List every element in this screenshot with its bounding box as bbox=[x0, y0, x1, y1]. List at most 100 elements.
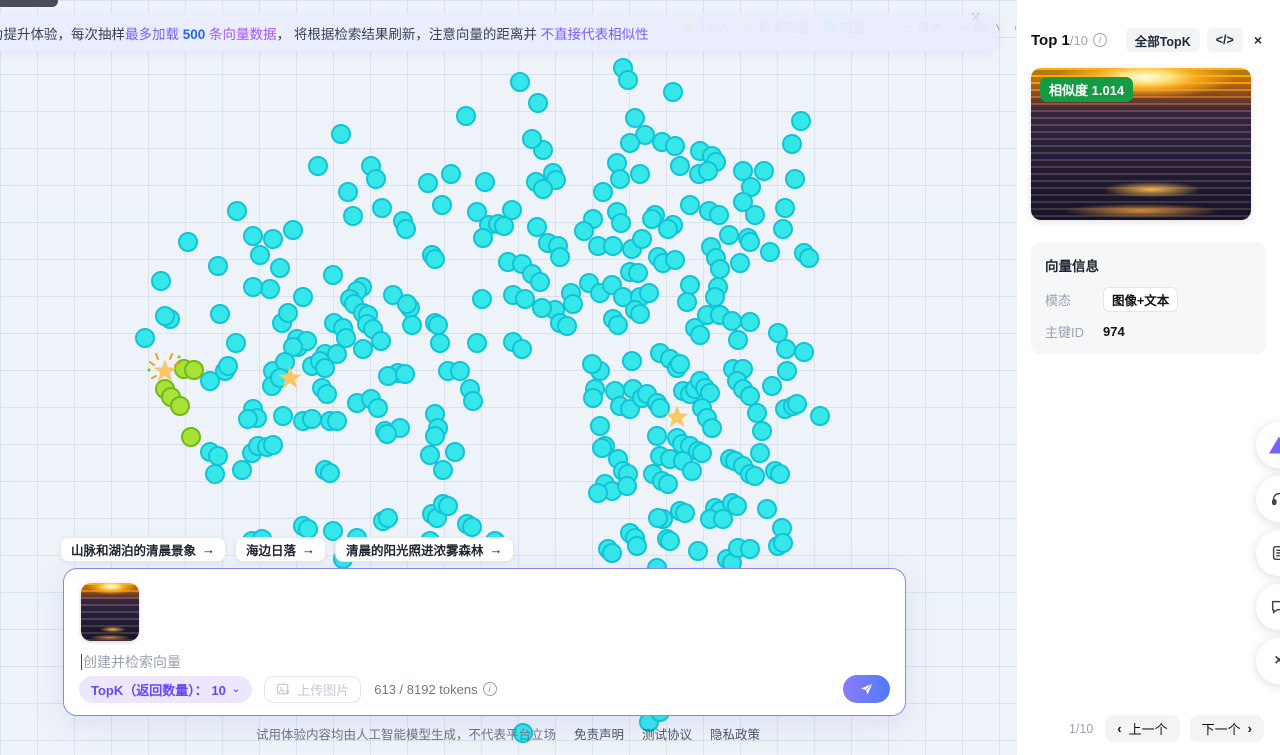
vector-dot[interactable] bbox=[608, 315, 628, 335]
vector-dot[interactable] bbox=[151, 271, 171, 291]
all-topk-button[interactable]: 全部TopK bbox=[1125, 28, 1200, 52]
vector-dot[interactable] bbox=[377, 424, 397, 444]
vector-dot[interactable] bbox=[740, 539, 760, 559]
vector-dot[interactable] bbox=[745, 205, 765, 225]
vector-dot[interactable] bbox=[709, 205, 729, 225]
vector-dot[interactable] bbox=[785, 169, 805, 189]
vector-dot[interactable] bbox=[472, 289, 492, 309]
vector-dot[interactable] bbox=[327, 411, 347, 431]
vector-dot[interactable] bbox=[263, 435, 283, 455]
vector-dot[interactable] bbox=[692, 443, 712, 463]
vector-dot[interactable] bbox=[532, 298, 552, 318]
vector-dot[interactable] bbox=[762, 376, 782, 396]
vector-dot[interactable] bbox=[632, 229, 652, 249]
vector-dot[interactable] bbox=[278, 303, 298, 323]
vector-dot[interactable] bbox=[512, 339, 532, 359]
vector-dot[interactable] bbox=[395, 364, 415, 384]
send-button[interactable] bbox=[843, 675, 890, 703]
vector-dot[interactable] bbox=[770, 464, 790, 484]
vector-dot[interactable] bbox=[402, 315, 422, 335]
vector-dot[interactable] bbox=[752, 421, 772, 441]
vector-dot[interactable] bbox=[776, 339, 796, 359]
vector-dot[interactable] bbox=[438, 496, 458, 516]
vector-dot[interactable] bbox=[226, 333, 246, 353]
vector-dot[interactable] bbox=[428, 315, 448, 335]
vector-dot[interactable] bbox=[648, 508, 668, 528]
vector-dot[interactable] bbox=[777, 361, 797, 381]
vector-dot[interactable] bbox=[747, 403, 767, 423]
vector-dot[interactable] bbox=[677, 292, 697, 312]
vector-dot[interactable] bbox=[611, 213, 631, 233]
vector-dot[interactable] bbox=[682, 461, 702, 481]
result-image-card[interactable]: 相似度 1.014 bbox=[1031, 68, 1251, 220]
vector-dot[interactable] bbox=[728, 330, 748, 350]
vector-dot[interactable] bbox=[745, 466, 765, 486]
vector-dot[interactable] bbox=[582, 354, 602, 374]
prompt-line[interactable]: 创建并检索向量 bbox=[81, 652, 181, 672]
vector-dot[interactable] bbox=[782, 134, 802, 154]
vector-dot[interactable] bbox=[622, 351, 642, 371]
vector-dot[interactable] bbox=[740, 312, 760, 332]
vector-dot[interactable] bbox=[273, 406, 293, 426]
vector-dot[interactable] bbox=[528, 93, 548, 113]
code-view-button[interactable]: </> bbox=[1206, 28, 1243, 52]
vector-dot[interactable] bbox=[232, 460, 252, 480]
vector-dot[interactable] bbox=[208, 446, 228, 466]
vector-dot[interactable] bbox=[430, 333, 450, 353]
vector-dot[interactable] bbox=[698, 161, 718, 181]
next-button[interactable]: 下一个 › bbox=[1189, 715, 1264, 742]
vector-dot[interactable] bbox=[522, 129, 542, 149]
vector-dot[interactable] bbox=[320, 463, 340, 483]
vector-dot[interactable] bbox=[510, 72, 530, 92]
vector-dot[interactable] bbox=[603, 236, 623, 256]
vector-dot[interactable] bbox=[155, 306, 175, 326]
test-agreement-link[interactable]: 测试协议 bbox=[642, 728, 692, 742]
vector-dot[interactable] bbox=[317, 384, 337, 404]
vector-dot[interactable] bbox=[799, 248, 819, 268]
vector-dot[interactable] bbox=[502, 200, 522, 220]
vector-dot[interactable] bbox=[243, 226, 263, 246]
vector-dot[interactable] bbox=[775, 198, 795, 218]
search-composer[interactable]: 创建并检索向量 TopK（返回数量）： 10 ⌄ 上传图片 613 / 8192… bbox=[63, 568, 906, 716]
vector-dot[interactable] bbox=[630, 164, 650, 184]
vector-dot[interactable] bbox=[218, 356, 238, 376]
vector-dot[interactable] bbox=[418, 173, 438, 193]
vector-dot[interactable] bbox=[550, 247, 570, 267]
vector-dot[interactable] bbox=[557, 316, 577, 336]
vector-dot[interactable] bbox=[323, 265, 343, 285]
vector-dot[interactable] bbox=[658, 474, 678, 494]
vector-dot[interactable] bbox=[343, 206, 363, 226]
vector-dot[interactable] bbox=[368, 398, 388, 418]
vector-dot[interactable] bbox=[462, 517, 482, 537]
vector-dot[interactable] bbox=[293, 287, 313, 307]
vector-dot[interactable] bbox=[663, 82, 683, 102]
vector-dot[interactable] bbox=[530, 272, 550, 292]
topk-dot[interactable] bbox=[181, 427, 201, 447]
vector-dot[interactable] bbox=[450, 361, 470, 381]
vector-dot[interactable] bbox=[658, 219, 678, 239]
attached-image-thumbnail[interactable] bbox=[81, 583, 139, 641]
vector-dot[interactable] bbox=[705, 287, 725, 307]
vector-dot[interactable] bbox=[420, 445, 440, 465]
vector-dot[interactable] bbox=[397, 294, 417, 314]
vector-dot[interactable] bbox=[630, 304, 650, 324]
vector-dot[interactable] bbox=[810, 406, 830, 426]
vector-dot[interactable] bbox=[794, 342, 814, 362]
vector-dot[interactable] bbox=[627, 536, 647, 556]
vector-dot[interactable] bbox=[467, 333, 487, 353]
vector-dot[interactable] bbox=[670, 354, 690, 374]
vector-dot[interactable] bbox=[665, 250, 685, 270]
vector-dot[interactable] bbox=[208, 256, 228, 276]
vector-dot[interactable] bbox=[675, 503, 695, 523]
vector-dot[interactable] bbox=[702, 418, 722, 438]
privacy-policy-link[interactable]: 隐私政策 bbox=[710, 728, 760, 742]
vector-dot[interactable] bbox=[463, 391, 483, 411]
vector-dot[interactable] bbox=[773, 219, 793, 239]
vector-dot[interactable] bbox=[456, 106, 476, 126]
vector-dot[interactable] bbox=[618, 70, 638, 90]
vector-dot[interactable] bbox=[473, 228, 493, 248]
tag-seaside-sunset[interactable]: 海边日落 → bbox=[235, 537, 327, 562]
vector-dot[interactable] bbox=[665, 136, 685, 156]
vector-dot[interactable] bbox=[425, 426, 445, 446]
vector-dot[interactable] bbox=[338, 182, 358, 202]
